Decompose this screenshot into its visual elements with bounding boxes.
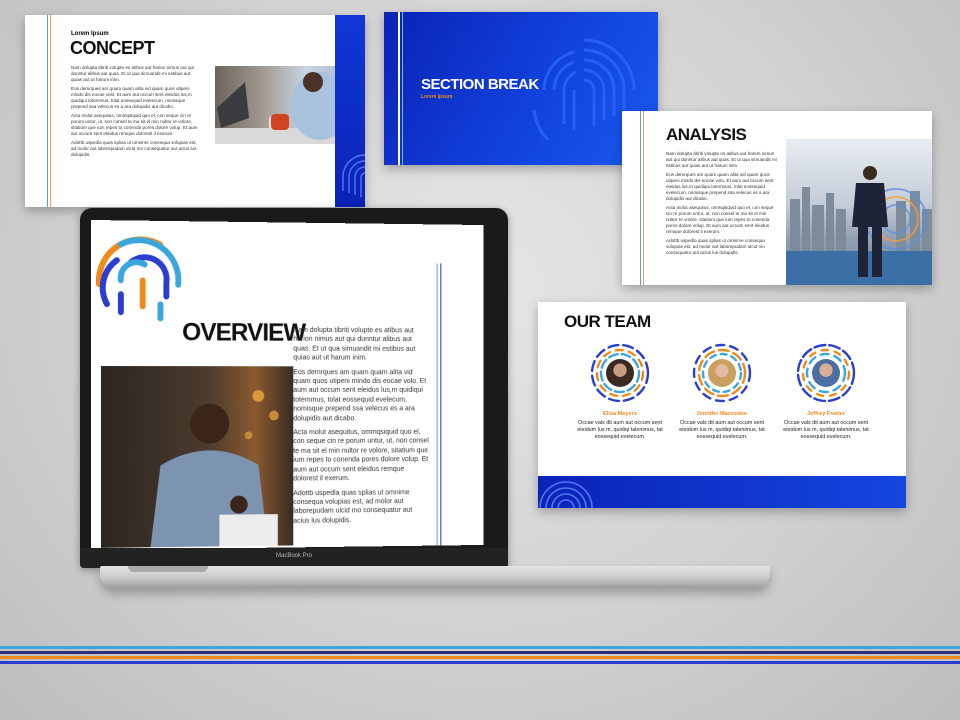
accent-lines	[640, 111, 644, 285]
accent-lines	[47, 15, 51, 207]
section-title: SECTION BREAK	[421, 76, 539, 93]
concept-paragraph: Nam dolupta tibriti volupte es atibus au…	[71, 65, 195, 82]
member-name: Elisa Meyers	[603, 411, 637, 417]
man-writing-photo	[100, 366, 294, 548]
laptop-model-label: MacBook Pro	[275, 553, 312, 559]
team-member-card: Jeffrey Fowler Occae vals dit aum aut oc…	[774, 342, 878, 441]
member-description: Occae vals dit aum aut occum sent eleidu…	[783, 420, 869, 440]
fingerprint-icon	[539, 481, 593, 508]
overview-paragraph: Acta molut asequitus, ommqsiquid quo el,…	[293, 426, 429, 483]
member-avatar	[606, 359, 634, 387]
analysis-body: Nam dolupta tibriti volupte es atibus au…	[666, 151, 778, 259]
stripe-blue	[0, 661, 960, 664]
analysis-paragraph: Eos demrques am quam quam alita vid quam…	[666, 172, 774, 201]
blue-side-band	[335, 15, 365, 207]
concept-paragraph: Adottb uspedla quas splias ut omnime con…	[71, 140, 197, 157]
stripe-light-blue	[0, 646, 960, 649]
concept-eyebrow: Lorem Ipsum	[71, 31, 109, 37]
stripe-orange	[0, 656, 960, 659]
overview-paragraph: Adottb uspedla quas splias ut omnime con…	[293, 486, 413, 525]
analysis-title: ANALYSIS	[666, 125, 747, 144]
concept-paragraph: Eos demrques am quam quam alita vid quam…	[71, 86, 192, 109]
member-avatar-ring	[795, 342, 857, 404]
team-title: OUR TEAM	[564, 312, 651, 331]
member-avatar	[812, 359, 840, 387]
city-businessman-photo	[786, 139, 932, 285]
laptop-screen: OVERVIEW Nam dolupta tibriti volupte es …	[91, 220, 484, 550]
analysis-paragraph: Nam dolupta tibriti volupte es atibus au…	[666, 151, 777, 168]
team-member-card: Elisa Meyers Occae vals dit aum aut occu…	[568, 342, 672, 441]
accent-lines	[398, 12, 403, 165]
member-avatar-ring	[589, 342, 651, 404]
member-description: Occae vals dit aum aut occum sent eleidu…	[577, 420, 663, 440]
overview-body: Nam dolupta tibriti volupte es atibus au…	[293, 325, 429, 530]
fingerprint-logo-icon	[91, 224, 190, 328]
section-subtitle: Lorem Ipsum	[421, 94, 453, 100]
overview-title: OVERVIEW	[182, 318, 306, 347]
laptop-chin: MacBook Pro	[80, 548, 508, 568]
member-avatar-ring	[691, 342, 753, 404]
member-avatar	[708, 359, 736, 387]
man-writing-illustration	[150, 389, 279, 548]
section-break-slide: SECTION BREAK Lorem Ipsum	[384, 12, 658, 165]
team-member-card: Jennifer Macsealor Occae vals dit aum au…	[670, 342, 774, 441]
analysis-slide: ANALYSIS Nam dolupta tibriti volupte es …	[622, 111, 932, 285]
overview-paragraph: Nam dolupta tibriti volupte es atibus au…	[293, 324, 416, 362]
analysis-paragraph: Adottb uspedla quas splias ut omnime con…	[666, 238, 765, 255]
member-name: Jeffrey Fowler	[807, 411, 845, 417]
member-name: Jennifer Macsealor	[696, 411, 748, 417]
team-footer-band	[538, 476, 906, 508]
stripe-navy	[0, 651, 960, 654]
overview-paragraph: Eos demrques am quam quam alita vid quam…	[293, 366, 427, 423]
member-description: Occae vals dit aum aut occum sent eleidu…	[679, 420, 765, 440]
team-slide: OUR TEAM Elisa Meyers Occae vals dit aum…	[538, 302, 906, 508]
concept-slide: Lorem Ipsum CONCEPT Nam dolupta tibriti …	[25, 15, 365, 207]
concept-paragraph: Acta molut asequitus, ommqsiquid quo el,…	[71, 113, 198, 136]
analysis-paragraph: Acta molut asequitus, ommqsiquid quo el,…	[666, 205, 774, 234]
accent-lines	[436, 263, 442, 546]
concept-body: Nam dolupta tibriti volupte es atibus au…	[71, 65, 199, 161]
fingerprint-icon	[342, 154, 365, 197]
city-skyline-illustration	[786, 166, 932, 285]
concept-title: CONCEPT	[70, 38, 155, 58]
laptop-port-notch	[128, 566, 208, 572]
